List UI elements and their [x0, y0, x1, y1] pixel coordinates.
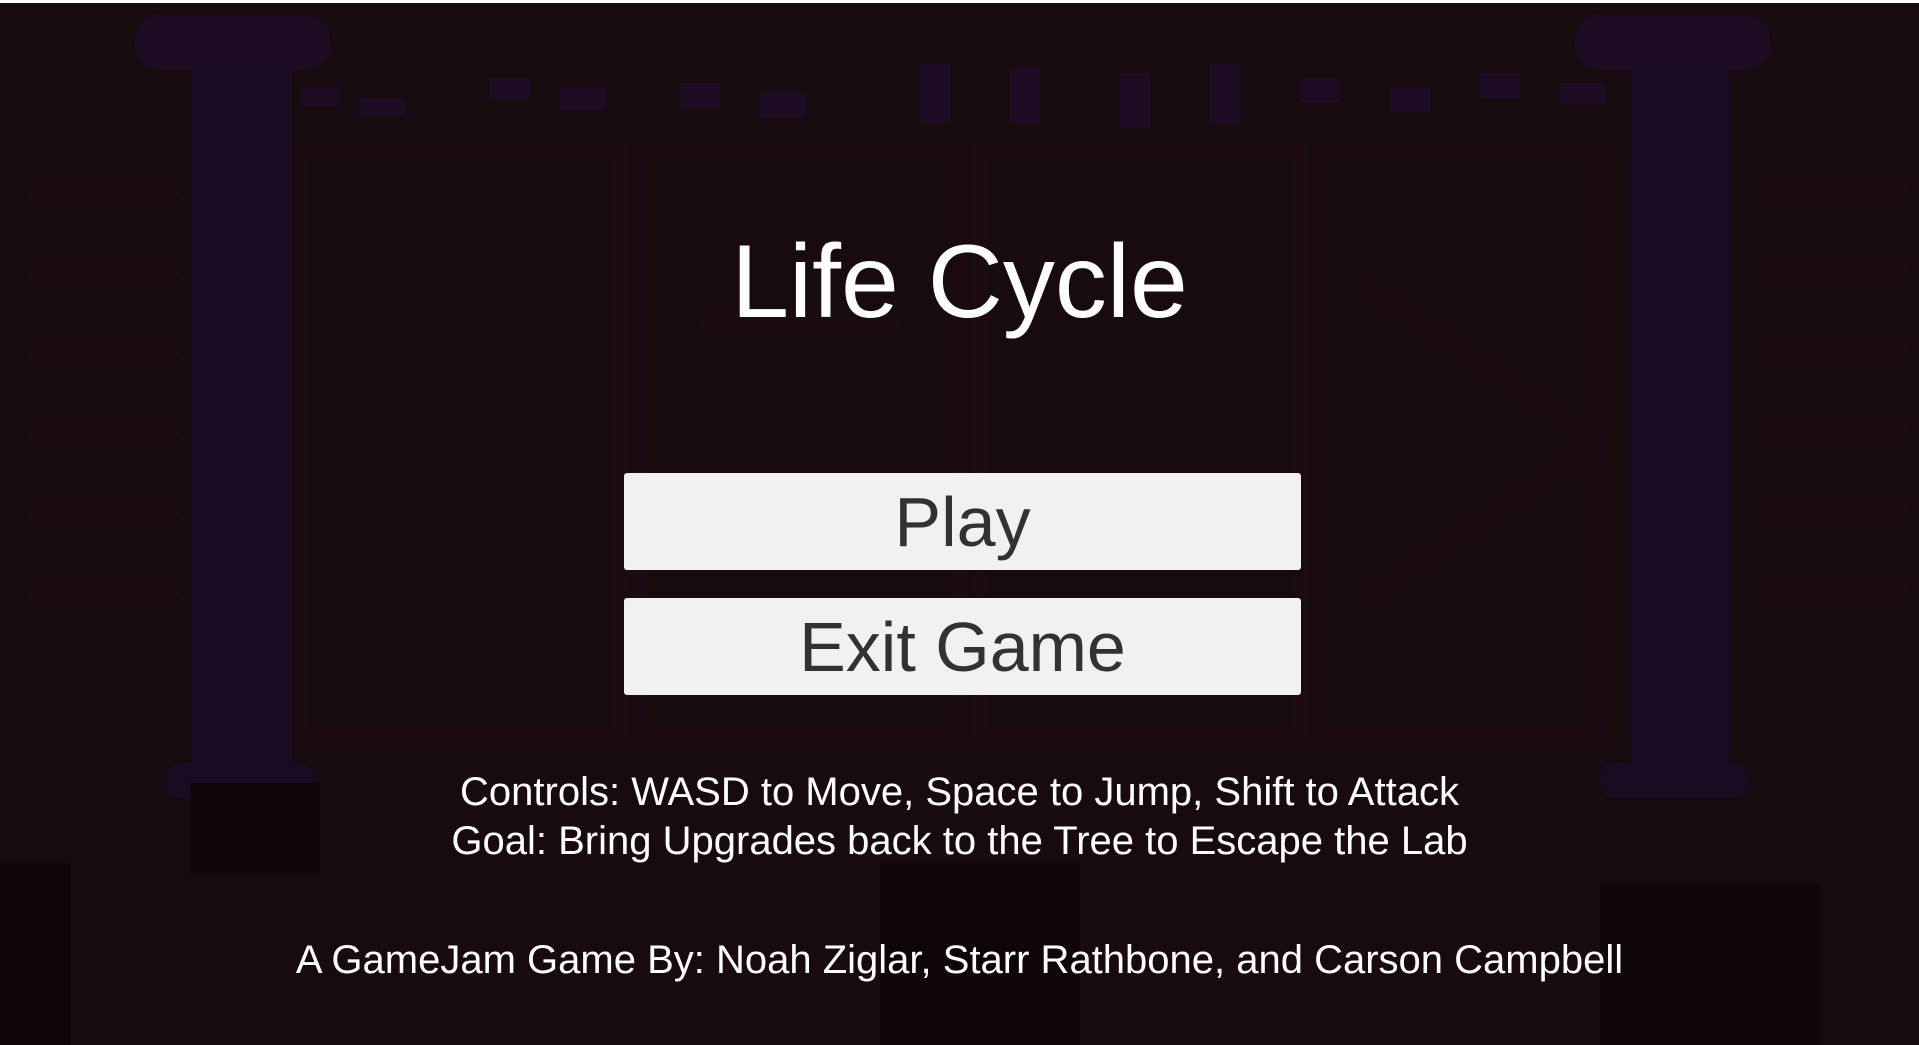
main-menu-screen: Life Cycle Play Exit Game Controls: WASD…	[0, 0, 1919, 1045]
exit-game-button-label: Exit Game	[799, 607, 1126, 686]
controls-text: Controls: WASD to Move, Space to Jump, S…	[460, 770, 1459, 814]
credits-text: A GameJam Game By: Noah Ziglar, Starr Ra…	[295, 938, 1624, 982]
goal-text: Goal: Bring Upgrades back to the Tree to…	[451, 819, 1468, 863]
play-button[interactable]: Play	[624, 473, 1301, 570]
game-title: Life Cycle	[731, 224, 1188, 340]
play-button-label: Play	[894, 482, 1031, 561]
exit-game-button[interactable]: Exit Game	[624, 598, 1301, 695]
